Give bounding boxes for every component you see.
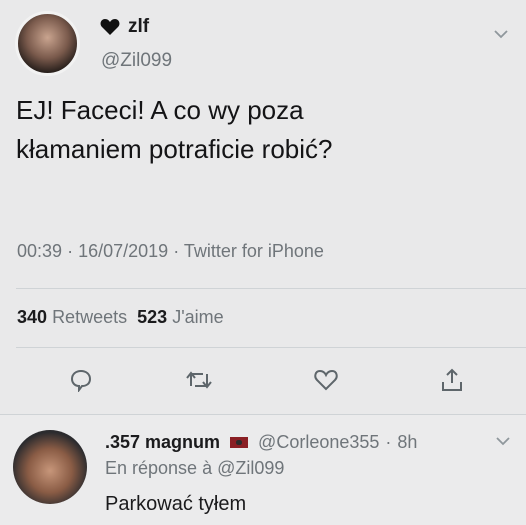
tweet-stats: 340 Retweets 523 J'aime bbox=[17, 307, 224, 328]
like-button[interactable] bbox=[311, 367, 341, 397]
black-heart-icon bbox=[100, 18, 120, 36]
in-reply-to: En réponse à @Zil099 bbox=[105, 458, 284, 479]
main-tweet: zlf @Zil099 EJ! Faceci! A co wy poza kła… bbox=[0, 0, 526, 414]
tweet-text-line: EJ! Faceci! A co wy poza bbox=[16, 95, 304, 125]
in-reply-handle[interactable]: @Zil099 bbox=[217, 458, 284, 478]
tweet-text-line: kłamaniem potraficie robić? bbox=[16, 134, 333, 164]
retweets-count: 340 bbox=[17, 307, 48, 327]
display-name[interactable]: zlf bbox=[128, 16, 149, 38]
tweet-actions bbox=[0, 367, 526, 397]
reply-avatar[interactable] bbox=[13, 430, 87, 504]
reply-icon bbox=[68, 368, 94, 397]
retweet-button[interactable] bbox=[184, 367, 214, 397]
retweets-stat[interactable]: 340 Retweets bbox=[17, 307, 127, 327]
tweet-time: 00:39 bbox=[17, 241, 63, 261]
reply-header: .357 magnum @Corleone355 · 8h bbox=[105, 432, 417, 453]
tweet-date: 16/07/2019 bbox=[78, 241, 169, 261]
avatar[interactable] bbox=[15, 11, 80, 76]
share-icon bbox=[440, 367, 464, 398]
chevron-down-icon[interactable] bbox=[494, 26, 508, 44]
separator: · bbox=[385, 432, 392, 452]
tweet-source[interactable]: Twitter for iPhone bbox=[184, 241, 324, 261]
separator: · bbox=[67, 241, 74, 261]
author-name-row: zlf bbox=[100, 16, 149, 38]
reply-text: Parkować tyłem bbox=[105, 493, 247, 515]
retweets-label: Retweets bbox=[52, 307, 128, 327]
divider bbox=[0, 414, 526, 415]
reply-time[interactable]: 8h bbox=[397, 432, 417, 453]
reply-display-name[interactable]: .357 magnum bbox=[105, 432, 220, 453]
tweet-timestamp[interactable]: 00:39 · 16/07/2019 · Twitter for iPhone bbox=[17, 241, 324, 262]
divider bbox=[16, 347, 526, 348]
retweet-icon bbox=[185, 368, 213, 397]
user-handle[interactable]: @Zil099 bbox=[101, 50, 172, 72]
likes-label: J'aime bbox=[172, 307, 224, 327]
likes-stat[interactable]: 523 J'aime bbox=[137, 307, 224, 327]
tweet-text: EJ! Faceci! A co wy poza kłamaniem potra… bbox=[16, 91, 506, 169]
separator: · bbox=[173, 241, 180, 261]
chevron-down-icon[interactable] bbox=[496, 433, 510, 451]
reply-button[interactable] bbox=[66, 367, 96, 397]
divider bbox=[16, 288, 526, 289]
likes-count: 523 bbox=[137, 307, 168, 327]
like-icon bbox=[313, 368, 339, 397]
reply-handle[interactable]: @Corleone355 bbox=[258, 432, 379, 453]
in-reply-prefix: En réponse à bbox=[105, 458, 213, 478]
flag-icon bbox=[230, 437, 249, 448]
share-button[interactable] bbox=[437, 367, 467, 397]
